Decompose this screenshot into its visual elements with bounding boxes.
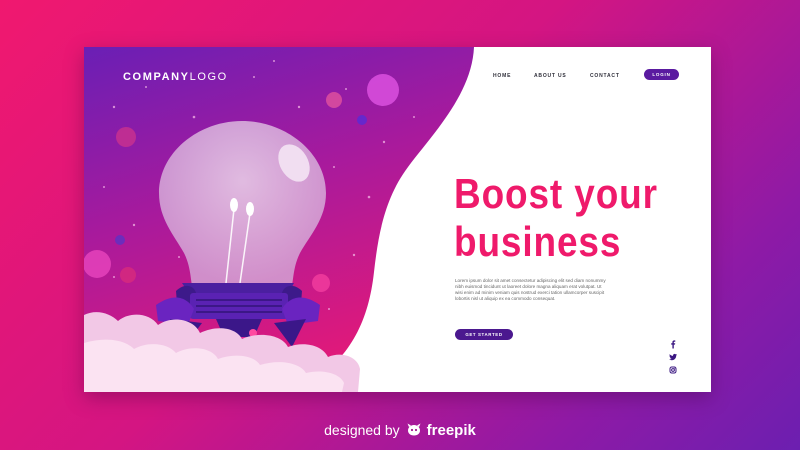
company-logo[interactable]: COMPANYLOGO (123, 71, 228, 83)
twitter-icon[interactable] (668, 352, 678, 362)
get-started-button[interactable]: GET STARTED (455, 329, 513, 340)
logo-light-text: LOGO (189, 71, 228, 83)
instagram-icon[interactable] (668, 365, 678, 375)
nav-link-contact[interactable]: CONTACT (590, 73, 620, 79)
hero-headline: Boost your business (454, 170, 665, 266)
headline-line-2: business (454, 218, 622, 265)
nav-link-home[interactable]: HOME (493, 73, 511, 79)
credit-brand: freepik (426, 421, 476, 439)
facebook-icon[interactable] (668, 339, 678, 349)
attribution: designed by freepik (0, 418, 800, 442)
freepik-logo-icon (406, 422, 422, 438)
nav-link-about-us[interactable]: ABOUT US (534, 73, 567, 79)
hero-body-text: Lorem ipsum dolor sit amet consectetur a… (455, 278, 606, 301)
landing-page-card: COMPANYLOGO HOME ABOUT US CONTACT LOGIN … (84, 47, 711, 392)
login-button[interactable]: LOGIN (644, 69, 679, 80)
headline-line-1: Boost your (454, 170, 658, 217)
logo-strong-text: COMPANY (123, 71, 190, 83)
credit-prefix: designed by (324, 422, 400, 438)
